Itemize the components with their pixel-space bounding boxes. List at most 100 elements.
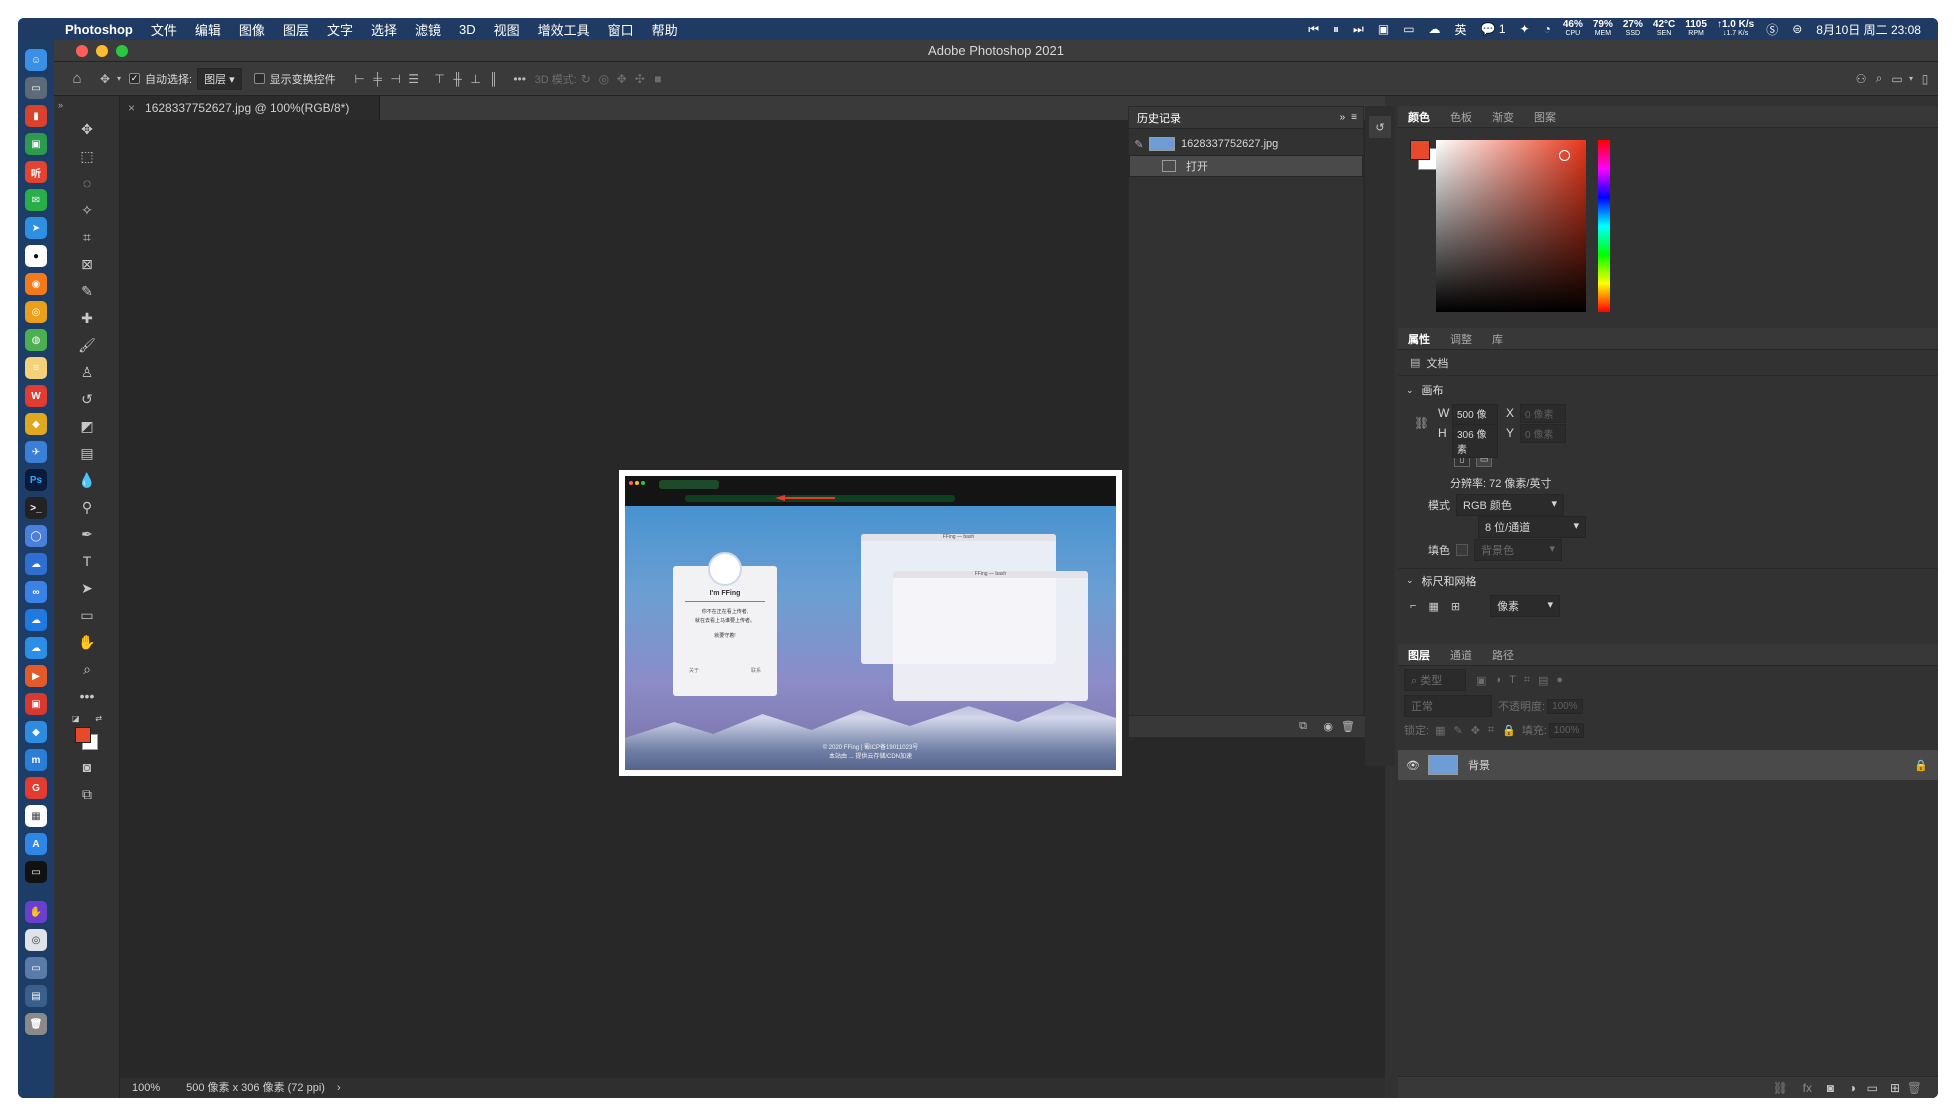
menu-window[interactable]: 窗口 (599, 20, 643, 39)
align-vcenter-icon[interactable]: ╫ (449, 70, 467, 88)
dock-drive-icon[interactable]: ☁ (25, 637, 47, 659)
delete-layer-icon[interactable]: 🗑 (1907, 1081, 1922, 1095)
3d-slide-icon[interactable]: ✣ (631, 70, 649, 88)
dock-app-dark-icon[interactable]: ▭ (25, 861, 47, 883)
ssd-stat[interactable]: 27% SSD (1618, 20, 1648, 38)
zoom-window-button[interactable] (116, 45, 128, 57)
menu-app-name[interactable]: Photoshop (56, 22, 142, 37)
blend-mode-dropdown[interactable]: 正常 (1404, 695, 1492, 717)
crop-tool-icon[interactable]: ⌗ (75, 225, 99, 249)
document-tab[interactable]: × 1628337752627.jpg @ 100%(RGB/8*) (120, 96, 380, 120)
dock-firefox-icon[interactable]: ◉ (25, 273, 47, 295)
document-image[interactable]: I'm FFing 你不在正在看上传者, 就在去看上马谁要上传者。 就要守着! … (619, 470, 1122, 776)
tab-patterns[interactable]: 图案 (1524, 109, 1566, 125)
eyedropper-tool-icon[interactable]: ✎ (75, 279, 99, 303)
magic-wand-tool-icon[interactable]: ✧ (75, 198, 99, 222)
tab-channels[interactable]: 通道 (1440, 647, 1482, 663)
link-layers-icon[interactable]: ⛓ (1773, 1081, 1788, 1095)
tab-paths[interactable]: 路径 (1482, 647, 1524, 663)
bird-icon[interactable]: ✦ (1513, 22, 1537, 36)
healing-brush-tool-icon[interactable]: ✚ (75, 306, 99, 330)
menu-type[interactable]: 文字 (318, 20, 362, 39)
dock-trash-icon[interactable]: 🗑 (25, 1013, 47, 1035)
wechat-icon[interactable]: 💬 1 (1474, 22, 1513, 36)
chevron-down-icon[interactable]: ▾ (114, 70, 124, 88)
history-panel-title[interactable]: 历史记录 (1129, 110, 1189, 126)
timer-icon[interactable]: ◔ (1537, 22, 1558, 36)
dock-icloud-icon[interactable]: ☁ (25, 609, 47, 631)
dock-app-diamond-icon[interactable]: ◆ (25, 721, 47, 743)
history-brush-source-icon[interactable]: ✎ (1129, 138, 1149, 151)
fan-stat[interactable]: 1105 RPM (1680, 20, 1712, 38)
link-dimensions-icon[interactable]: ⛓ (1414, 416, 1429, 430)
search-icon[interactable]: ⌕ (1870, 70, 1888, 88)
panel-toggle-icon[interactable]: ▯ (1916, 70, 1934, 88)
tab-color[interactable]: 颜色 (1398, 109, 1440, 125)
guides-icon[interactable]: ⊞ (1451, 600, 1460, 613)
auto-select-option[interactable]: ✓ 自动选择: (129, 71, 192, 87)
collapse-toolbar-icon[interactable]: » (58, 100, 63, 110)
lock-all-icon[interactable]: 🔒 (1502, 724, 1516, 737)
dock-app-circle-icon[interactable]: ◯ (25, 525, 47, 547)
tab-adjustments[interactable]: 调整 (1440, 331, 1482, 347)
history-brush-tool-icon[interactable]: ↺ (75, 387, 99, 411)
x-field[interactable]: 0 像素 (1520, 404, 1566, 423)
next-track-icon[interactable]: ⏭ (1346, 22, 1371, 37)
frame-tool-icon[interactable]: ⊠ (75, 252, 99, 276)
history-panel-icon[interactable]: ↺ (1369, 116, 1391, 138)
chevron-down-icon[interactable]: ⌄ (1398, 385, 1414, 396)
foreground-color-swatch[interactable] (75, 727, 91, 743)
dock-screenshot-icon[interactable]: ▭ (25, 957, 47, 979)
dock-cloud-icon[interactable]: ☁ (25, 553, 47, 575)
chevron-down-icon[interactable]: ⌄ (1398, 575, 1414, 586)
history-step[interactable]: 打开 (1129, 155, 1363, 177)
dock-qq-icon[interactable]: ● (25, 245, 47, 267)
close-tab-icon[interactable]: × (128, 101, 135, 115)
menu-filter[interactable]: 滤镜 (406, 20, 450, 39)
layer-fill-field[interactable]: 100% (1548, 722, 1585, 738)
menu-edit[interactable]: 编辑 (186, 20, 230, 39)
layer-kind-filter[interactable]: ⌕ 类型 (1404, 669, 1466, 691)
dock-browser-icon[interactable]: ◍ (25, 329, 47, 351)
dock-terminal-green-icon[interactable]: ▣ (25, 133, 47, 155)
new-layer-icon[interactable]: ⊞ (1890, 1081, 1900, 1095)
3d-orbit-icon[interactable]: ↻ (577, 70, 595, 88)
layer-row[interactable]: 👁 背景 🔒 (1398, 750, 1938, 780)
height-field[interactable]: 306 像素 (1452, 424, 1498, 458)
edit-toolbar-icon[interactable]: ••• (75, 684, 99, 708)
align-hcenter-icon[interactable]: ╪ (369, 70, 387, 88)
tab-libraries[interactable]: 库 (1482, 331, 1513, 347)
dodge-tool-icon[interactable]: ⚲ (75, 495, 99, 519)
pause-icon[interactable]: ⏸ (1326, 22, 1346, 37)
blur-tool-icon[interactable]: 💧 (75, 468, 99, 492)
grid-icon[interactable]: ▦ (1428, 600, 1438, 613)
distribute-icon[interactable]: ☰ (405, 70, 423, 88)
menu-image[interactable]: 图像 (230, 20, 274, 39)
dock-app-m-icon[interactable]: m (25, 749, 47, 771)
dock-monitor-icon[interactable]: ▭ (25, 77, 47, 99)
previous-track-icon[interactable]: ⏮ (1301, 22, 1326, 37)
auto-select-dropdown[interactable]: 图层 ▾ (197, 67, 242, 90)
dock-app-grid-icon[interactable]: ▦ (25, 805, 47, 827)
workspace-chevron-icon[interactable]: ▾ (1906, 70, 1916, 88)
display-icon[interactable]: ▣ (1371, 22, 1396, 36)
path-selection-tool-icon[interactable]: ➤ (75, 576, 99, 600)
3d-scale-icon[interactable]: ■ (649, 70, 667, 88)
zoom-tool-icon[interactable]: ⌕ (75, 657, 99, 681)
bit-depth-dropdown[interactable]: 8 位/通道 ▾ (1478, 516, 1586, 538)
dock-app-yellow-icon[interactable]: ◆ (25, 413, 47, 435)
network-stat[interactable]: ↑1.0 K/s ↓1.7 K/s (1712, 20, 1759, 38)
menu-help[interactable]: 帮助 (643, 20, 687, 39)
rectangle-tool-icon[interactable]: ▭ (75, 603, 99, 627)
filter-smart-object-icon[interactable]: ▤ (1538, 674, 1548, 687)
fill-swatch[interactable] (1456, 544, 1468, 556)
minimize-window-button[interactable] (96, 45, 108, 57)
tab-properties[interactable]: 属性 (1398, 331, 1440, 347)
dock-wechat-icon[interactable]: ✉ (25, 189, 47, 211)
close-window-button[interactable] (76, 45, 88, 57)
control-center-icon[interactable]: ⊜ (1785, 22, 1809, 36)
show-transform-checkbox[interactable] (253, 73, 265, 84)
adjustment-layer-icon[interactable]: ◑ (1849, 1081, 1856, 1095)
align-top-icon[interactable]: ⊤ (431, 70, 449, 88)
units-dropdown[interactable]: 像素 ▾ (1490, 595, 1561, 617)
